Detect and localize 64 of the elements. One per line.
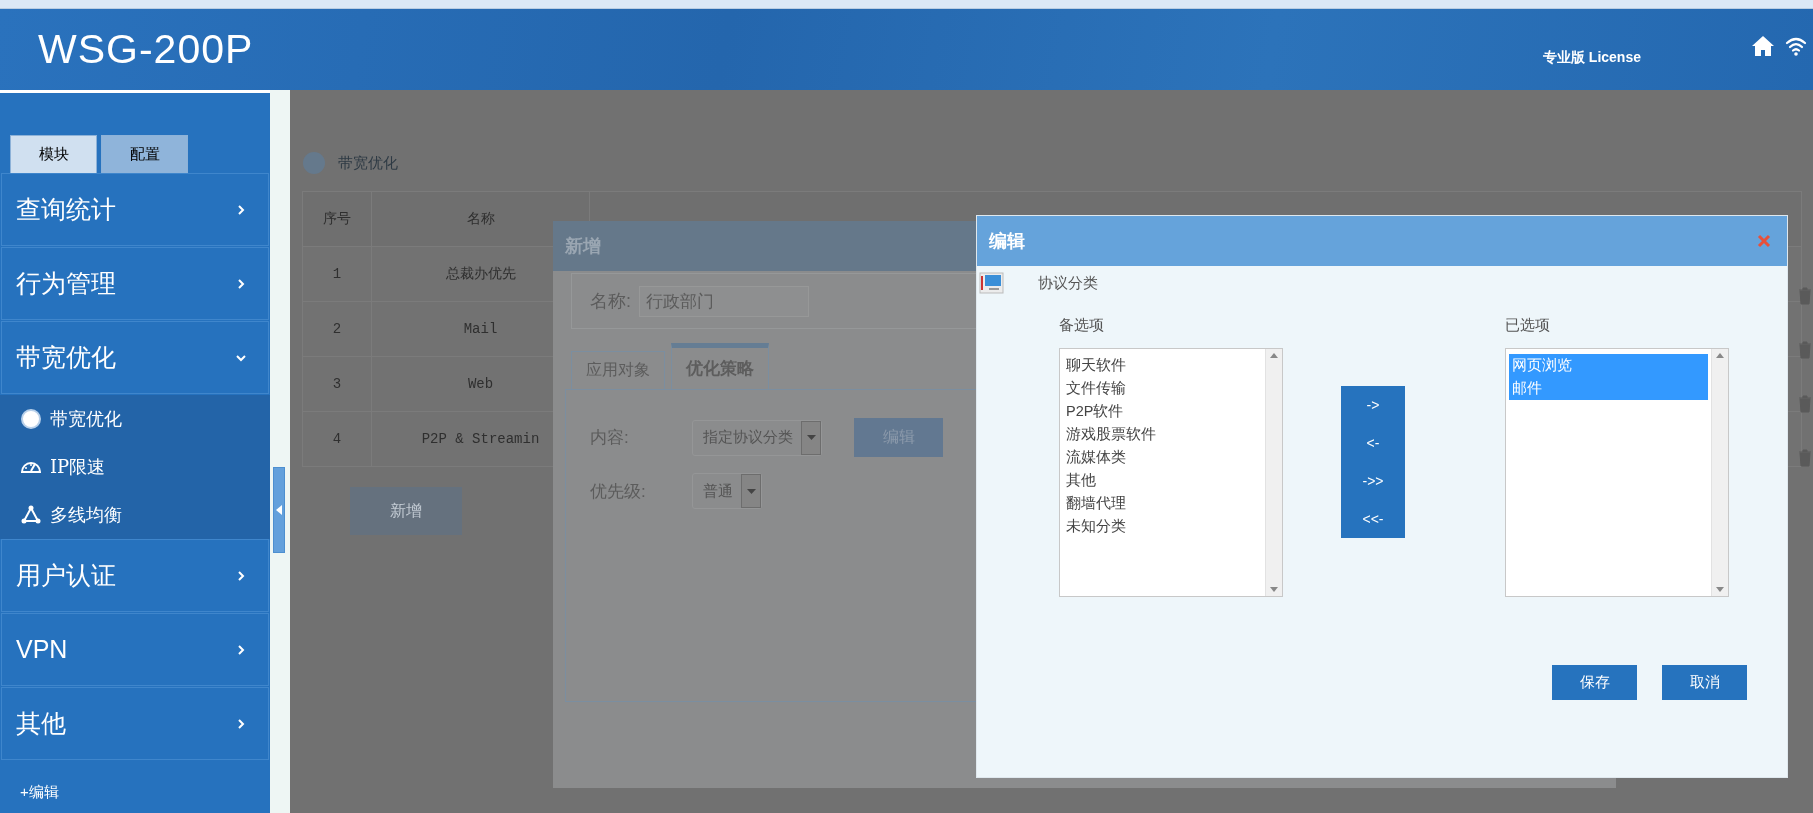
network-icon <box>20 504 42 526</box>
submenu-label: IP限速 <box>50 455 106 479</box>
list-item[interactable]: 聊天软件 <box>1063 354 1262 377</box>
menu-item[interactable]: 查询统计 <box>1 173 269 246</box>
submenu-item[interactable]: 带宽优化 <box>0 395 270 443</box>
list-item[interactable]: 网页浏览 <box>1509 354 1708 377</box>
monitor-icon <box>979 272 1004 294</box>
table-cell: 1 <box>302 246 372 302</box>
dialog-button[interactable]: 保存 <box>1552 665 1637 700</box>
menu-label: 用户认证 <box>16 560 116 591</box>
home-icon[interactable] <box>1751 35 1775 57</box>
list-item[interactable]: P2P软件 <box>1063 400 1262 423</box>
table-cell: 4 <box>302 411 372 467</box>
move-button[interactable]: <<- <box>1341 500 1405 538</box>
menu-label: 行为管理 <box>16 268 116 299</box>
menu-item[interactable]: VPN <box>1 613 269 686</box>
scroll-up-icon[interactable] <box>1716 353 1724 358</box>
list-label: 已选项 <box>1505 316 1551 335</box>
menu-label: VPN <box>16 635 68 664</box>
list-item[interactable]: 其他 <box>1063 469 1262 492</box>
sidebar-tab[interactable]: 模块 <box>10 135 97 173</box>
submenu-item[interactable]: 多线均衡 <box>0 491 270 539</box>
menu-item[interactable]: 用户认证 <box>1 539 269 612</box>
circle-icon <box>20 408 42 430</box>
table-cell: 2 <box>302 301 372 357</box>
caret-icon <box>806 435 816 440</box>
column-header: 序号 <box>302 191 372 247</box>
logo: WSG-200P <box>38 26 254 73</box>
wifi-icon[interactable] <box>1785 36 1807 56</box>
list-item[interactable]: 流媒体类 <box>1063 446 1262 469</box>
section-label: 协议分类 <box>1038 273 1098 293</box>
move-button[interactable]: <- <box>1341 424 1405 462</box>
list-item[interactable]: 翻墙代理 <box>1063 492 1262 515</box>
scroll-up-icon[interactable] <box>1270 353 1278 358</box>
list-item[interactable]: 游戏股票软件 <box>1063 423 1262 446</box>
move-button[interactable]: -> <box>1341 386 1405 424</box>
edit-link[interactable]: +编辑 <box>0 761 270 802</box>
page-title: 带宽优化 <box>338 153 398 173</box>
menu-item[interactable]: 带宽优化 <box>1 321 269 394</box>
submenu-label: 带宽优化 <box>50 407 122 431</box>
menu-label: 其他 <box>16 708 66 739</box>
add-button[interactable]: 新增 <box>350 487 462 535</box>
submenu-item[interactable]: IP限速 <box>0 443 270 491</box>
list-item[interactable]: 文件传输 <box>1063 377 1262 400</box>
license-label: 专业版 License <box>1542 48 1641 67</box>
move-button[interactable]: ->> <box>1341 462 1405 500</box>
scroll-down-icon[interactable] <box>1716 587 1724 592</box>
dialog-button[interactable]: 取消 <box>1662 665 1747 700</box>
collapse-handle[interactable] <box>273 467 285 553</box>
circle-icon <box>302 151 326 175</box>
menu-label: 查询统计 <box>16 194 116 225</box>
list-label: 备选项 <box>1059 316 1105 335</box>
caret-icon <box>746 488 756 494</box>
menu-label: 带宽优化 <box>16 342 116 373</box>
scroll-down-icon[interactable] <box>1270 587 1278 592</box>
table-cell: 3 <box>302 356 372 412</box>
sidebar-tab[interactable]: 配置 <box>101 135 188 173</box>
list-item[interactable]: 未知分类 <box>1063 515 1262 538</box>
dialog-title: 编辑 <box>989 230 1025 253</box>
collapse-arrow-icon <box>276 504 282 515</box>
list-item[interactable]: 邮件 <box>1509 377 1708 400</box>
menu-item[interactable]: 其他 <box>1 687 269 760</box>
submenu-label: 多线均衡 <box>50 503 122 527</box>
menu-item[interactable]: 行为管理 <box>1 247 269 320</box>
